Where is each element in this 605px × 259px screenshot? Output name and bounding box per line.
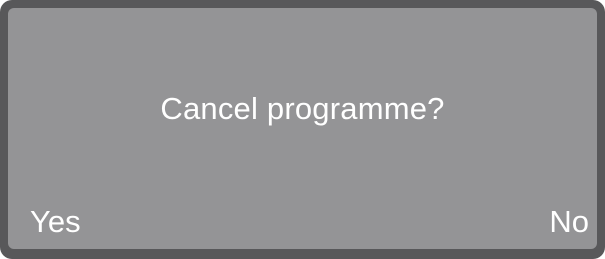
display-screen: Cancel programme? Yes No [8,8,597,249]
cancel-programme-prompt: Cancel programme? [160,91,445,126]
display-frame: Cancel programme? Yes No [0,0,605,259]
yes-option[interactable]: Yes [30,205,81,239]
no-option[interactable]: No [549,205,589,239]
